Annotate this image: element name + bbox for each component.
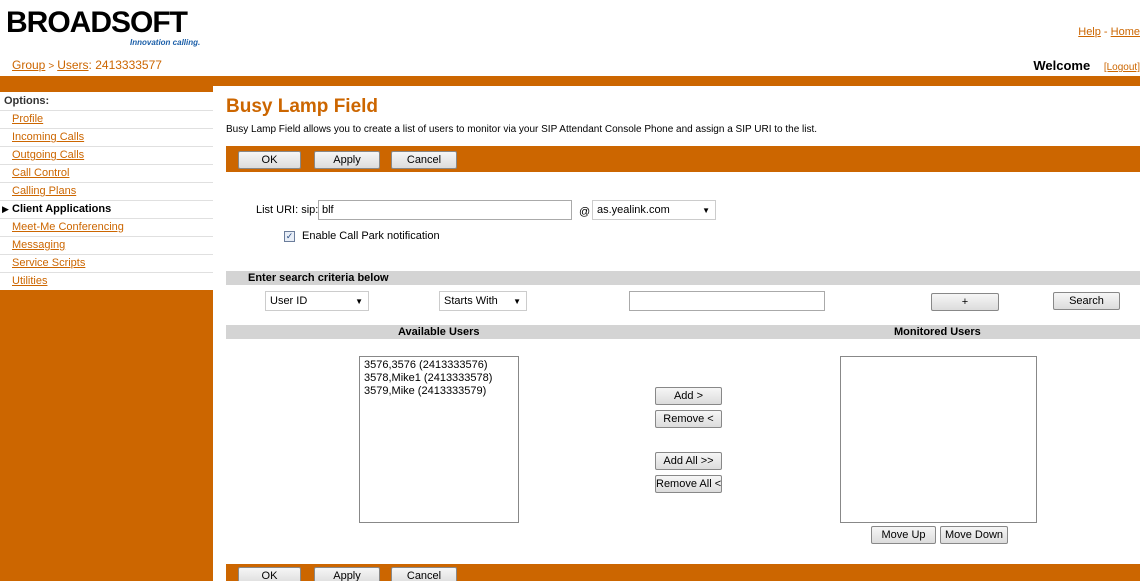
breadcrumb-separator: > bbox=[48, 61, 55, 72]
add-button[interactable]: Add > bbox=[655, 387, 722, 405]
welcome-area: Welcome [Logout] bbox=[1033, 58, 1140, 73]
welcome-label: Welcome bbox=[1033, 58, 1091, 73]
chevron-down-icon: ▼ bbox=[513, 297, 521, 306]
sidebar: Options: Profile Incoming Calls Outgoing… bbox=[0, 92, 213, 291]
sidebar-item-label[interactable]: Messaging bbox=[12, 239, 65, 251]
search-field-select[interactable]: User ID ▼ bbox=[265, 291, 369, 311]
cancel-button-bottom[interactable]: Cancel bbox=[391, 567, 457, 581]
sidebar-item-label[interactable]: Incoming Calls bbox=[12, 131, 84, 143]
move-down-button[interactable]: Move Down bbox=[940, 526, 1008, 544]
sidebar-item-incoming-calls[interactable]: Incoming Calls bbox=[0, 128, 213, 146]
cancel-button[interactable]: Cancel bbox=[391, 151, 457, 169]
chevron-down-icon: ▼ bbox=[355, 297, 363, 306]
list-item[interactable]: 3578,Mike1 (2413333578) bbox=[364, 372, 514, 385]
sidebar-item-utilities[interactable]: Utilities bbox=[0, 272, 213, 290]
search-text-input[interactable] bbox=[629, 291, 825, 311]
users-header-bar: Available Users Monitored Users bbox=[226, 325, 1140, 339]
search-button[interactable]: Search bbox=[1053, 292, 1120, 310]
list-uri-label: List URI: sip: bbox=[256, 204, 319, 216]
call-park-label: Enable Call Park notification bbox=[302, 230, 440, 242]
sidebar-item-profile[interactable]: Profile bbox=[0, 110, 213, 128]
logo-text: BROADSOFT bbox=[6, 6, 188, 39]
list-item[interactable]: 3579,Mike (2413333579) bbox=[364, 385, 514, 398]
sidebar-item-client-applications[interactable]: ▶ Client Applications bbox=[0, 200, 213, 218]
list-uri-input[interactable]: blf bbox=[318, 200, 572, 220]
page-description: Busy Lamp Field allows you to create a l… bbox=[226, 124, 818, 135]
apply-button[interactable]: Apply bbox=[314, 151, 380, 169]
logout-link[interactable]: [Logout] bbox=[1104, 62, 1140, 73]
search-mode-select[interactable]: Starts With ▼ bbox=[439, 291, 527, 311]
list-item[interactable]: 3576,3576 (2413333576) bbox=[364, 359, 514, 372]
add-all-button[interactable]: Add All >> bbox=[655, 452, 722, 470]
call-park-checkbox[interactable]: ✓ bbox=[284, 231, 295, 242]
top-action-bar: OK Apply Cancel bbox=[226, 146, 1140, 172]
sidebar-item-meet-me-conferencing[interactable]: Meet-Me Conferencing bbox=[0, 218, 213, 236]
home-link[interactable]: Home bbox=[1111, 26, 1140, 38]
sidebar-item-label[interactable]: Call Control bbox=[12, 167, 69, 179]
sidebar-item-label[interactable]: Utilities bbox=[12, 275, 47, 287]
available-users-list[interactable]: 3576,3576 (2413333576) 3578,Mike1 (24133… bbox=[359, 356, 519, 523]
sidebar-item-label[interactable]: Calling Plans bbox=[12, 185, 76, 197]
search-field-value: User ID bbox=[270, 295, 308, 307]
plus-button[interactable]: + bbox=[931, 293, 999, 311]
search-mode-value: Starts With bbox=[444, 295, 498, 307]
active-bullet-icon: ▶ bbox=[2, 204, 9, 214]
monitored-users-list[interactable] bbox=[840, 356, 1037, 523]
sidebar-item-call-control[interactable]: Call Control bbox=[0, 164, 213, 182]
sidebar-item-messaging[interactable]: Messaging bbox=[0, 236, 213, 254]
breadcrumb: Group > Users: 2413333577 bbox=[12, 58, 162, 72]
sidebar-item-service-scripts[interactable]: Service Scripts bbox=[0, 254, 213, 272]
available-users-header: Available Users bbox=[398, 326, 480, 338]
monitored-users-header: Monitored Users bbox=[894, 326, 981, 338]
broadsoft-logo: BROADSOFT Innovation calling. bbox=[6, 8, 216, 50]
bottom-action-bar: OK Apply Cancel bbox=[226, 564, 1140, 581]
sidebar-item-calling-plans[interactable]: Calling Plans bbox=[0, 182, 213, 200]
ok-button[interactable]: OK bbox=[238, 151, 301, 169]
sidebar-item-outgoing-calls[interactable]: Outgoing Calls bbox=[0, 146, 213, 164]
sidebar-item-label[interactable]: Meet-Me Conferencing bbox=[12, 221, 124, 233]
domain-select[interactable]: as.yealink.com ▼ bbox=[592, 200, 716, 220]
at-sign: @ bbox=[579, 206, 591, 218]
search-criteria-header: Enter search criteria below bbox=[226, 271, 1140, 285]
breadcrumb-group[interactable]: Group bbox=[12, 58, 45, 72]
apply-button-bottom[interactable]: Apply bbox=[314, 567, 380, 581]
page-title: Busy Lamp Field bbox=[226, 96, 379, 117]
sidebar-item-label[interactable]: Client Applications bbox=[12, 203, 111, 215]
link-separator: - bbox=[1100, 26, 1111, 38]
help-link[interactable]: Help bbox=[1078, 26, 1101, 38]
breadcrumb-users[interactable]: Users bbox=[57, 58, 88, 72]
remove-button[interactable]: Remove < bbox=[655, 410, 722, 428]
ok-button-bottom[interactable]: OK bbox=[238, 567, 301, 581]
move-up-button[interactable]: Move Up bbox=[871, 526, 936, 544]
logo-tagline: Innovation calling. bbox=[130, 38, 201, 47]
top-links: Help - Home bbox=[1078, 26, 1140, 38]
sidebar-item-label[interactable]: Service Scripts bbox=[12, 257, 85, 269]
sidebar-title: Options: bbox=[4, 95, 50, 107]
chevron-down-icon: ▼ bbox=[702, 206, 710, 215]
remove-all-button[interactable]: Remove All << bbox=[655, 475, 722, 493]
sidebar-item-label[interactable]: Profile bbox=[12, 113, 43, 125]
sidebar-item-label[interactable]: Outgoing Calls bbox=[12, 149, 84, 161]
header-divider-bar bbox=[0, 76, 1140, 86]
domain-select-value: as.yealink.com bbox=[597, 204, 670, 216]
breadcrumb-user-id: : 2413333577 bbox=[88, 58, 162, 72]
